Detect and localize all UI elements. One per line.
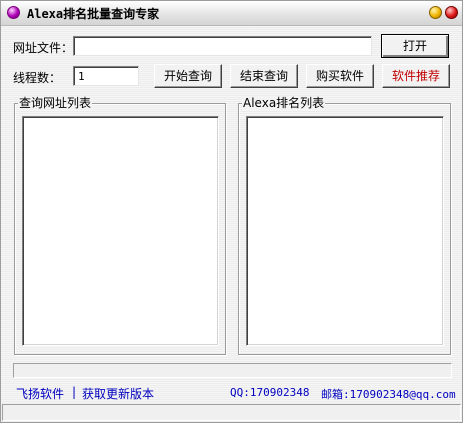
rank-listbox[interactable]: [246, 116, 444, 346]
progress-bar: [13, 363, 452, 378]
close-button[interactable]: [445, 6, 458, 19]
title-bar[interactable]: Alexa排名批量查询专家: [1, 1, 462, 26]
url-file-label: 网址文件：: [13, 41, 74, 55]
app-window: Alexa排名批量查询专家 网址文件： 打开 线程数： 开始查询 结束查询 购买…: [0, 0, 463, 423]
url-listbox[interactable]: [22, 116, 219, 346]
threads-label: 线程数：: [13, 71, 62, 85]
threads-input[interactable]: [73, 66, 139, 86]
footer-separator: |: [72, 385, 77, 399]
email-contact[interactable]: 邮箱:170902348@qq.com: [321, 386, 456, 402]
open-button[interactable]: 打开: [381, 34, 449, 58]
software-recommend-button[interactable]: 软件推荐: [382, 64, 450, 88]
buy-software-button[interactable]: 购买软件: [306, 64, 374, 88]
url-file-input[interactable]: [73, 36, 372, 56]
update-link[interactable]: 获取更新版本: [82, 385, 154, 402]
url-list-group: 查询网址列表: [14, 96, 226, 355]
rank-list-group: Alexa排名列表: [238, 96, 451, 355]
status-bar: [2, 404, 461, 421]
rank-list-title: Alexa排名列表: [242, 96, 326, 110]
stop-query-button[interactable]: 结束查询: [230, 64, 298, 88]
brand-link[interactable]: 飞扬软件: [16, 385, 64, 402]
minimize-button[interactable]: [429, 6, 442, 19]
qq-contact: QQ:170902348: [230, 386, 310, 399]
window-title: Alexa排名批量查询专家: [27, 7, 160, 21]
app-icon: [7, 6, 20, 19]
start-query-button[interactable]: 开始查询: [154, 64, 222, 88]
url-list-title: 查询网址列表: [18, 96, 93, 110]
